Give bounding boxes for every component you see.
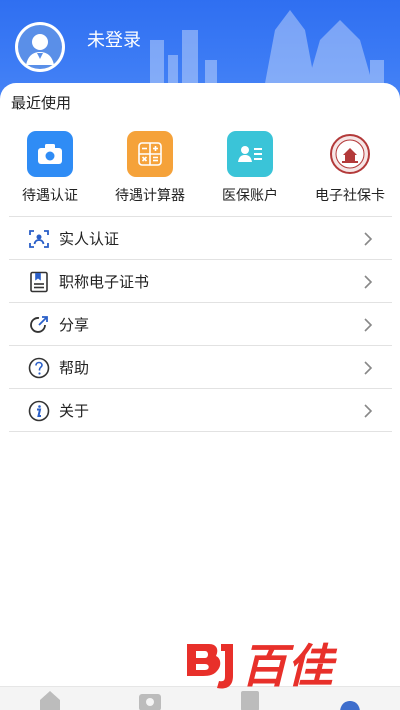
shortcut-label: 电子社保卡 <box>315 188 385 204</box>
camera-icon <box>27 131 73 177</box>
user-avatar-icon <box>18 25 62 69</box>
shortcut-label: 医保账户 <box>222 188 278 204</box>
menu-item-label: 帮助 <box>59 359 90 377</box>
info-icon <box>28 400 50 422</box>
shortcut-benefit-verification[interactable]: 待遇认证 <box>0 131 100 211</box>
chevron-right-icon <box>364 232 373 246</box>
chevron-right-icon <box>364 275 373 289</box>
shortcut-label: 待遇认证 <box>22 188 78 204</box>
camera-icon[interactable] <box>138 689 162 710</box>
shortcut-medical-account[interactable]: 医保账户 <box>200 131 300 211</box>
share-icon <box>30 316 48 333</box>
menu-item-real-person-verification[interactable]: 实人认证 <box>9 217 392 260</box>
login-status[interactable]: 未登录 <box>87 26 141 52</box>
id-card-icon <box>227 131 273 177</box>
menu-item-label: 关于 <box>59 402 90 420</box>
menu-item-label: 实人认证 <box>59 230 120 248</box>
menu-item-label: 分享 <box>59 316 90 334</box>
shortcut-label: 待遇计算器 <box>115 188 185 204</box>
chevron-right-icon <box>364 404 373 418</box>
face-scan-icon <box>29 230 49 248</box>
watermark-logo: 百佳 <box>183 636 383 696</box>
section-title-recent: 最近使用 <box>11 94 72 112</box>
avatar[interactable] <box>15 22 65 72</box>
home-icon[interactable] <box>38 689 62 710</box>
menu-item-share[interactable]: 分享 <box>9 303 392 346</box>
recent-shortcuts: 待遇认证 待遇计算器 医保账户 电子社保卡 <box>0 131 400 211</box>
menu-item-label: 职称电子证书 <box>59 273 150 291</box>
menu-list: 实人认证 职称电子证书 分享 帮助 关于 <box>9 216 392 432</box>
chevron-right-icon <box>364 361 373 375</box>
shortcut-e-social-security-card[interactable]: 电子社保卡 <box>300 131 400 211</box>
chevron-right-icon <box>364 318 373 332</box>
menu-item-help[interactable]: 帮助 <box>9 346 392 389</box>
content-card: 最近使用 待遇认证 待遇计算器 医保账户 电子社保卡 实人认证 职称电子证书 分… <box>0 83 400 693</box>
certificate-icon <box>30 271 48 293</box>
watermark-text: 百佳 <box>241 639 338 693</box>
help-icon <box>28 357 50 379</box>
shortcut-benefit-calculator[interactable]: 待遇计算器 <box>100 131 200 211</box>
social-security-emblem-icon <box>327 131 373 177</box>
menu-item-title-certificate[interactable]: 职称电子证书 <box>9 260 392 303</box>
calculator-icon <box>127 131 173 177</box>
menu-item-about[interactable]: 关于 <box>9 389 392 432</box>
